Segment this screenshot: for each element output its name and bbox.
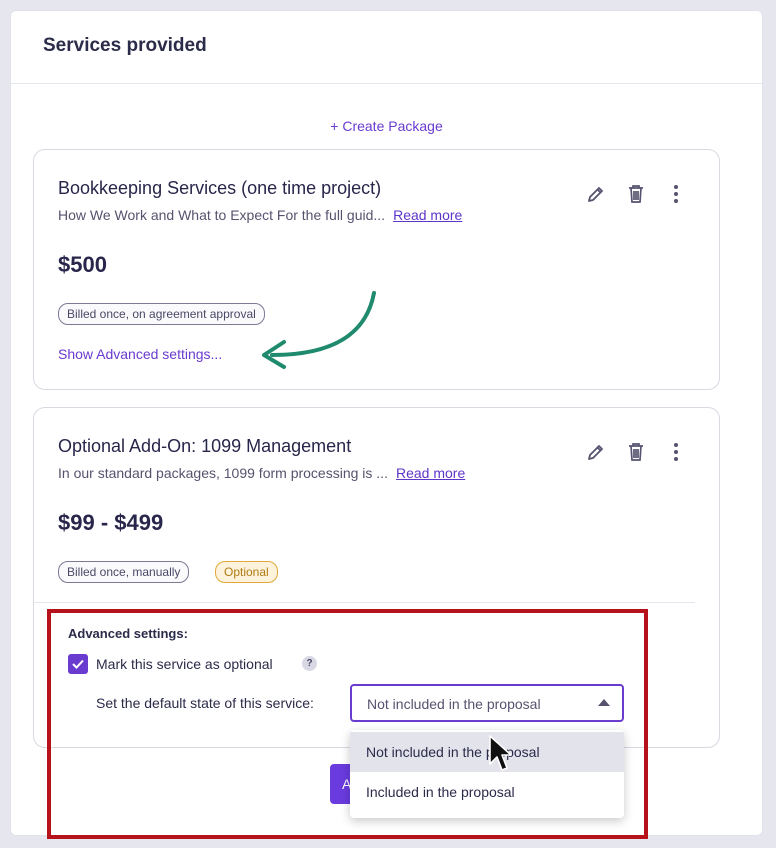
option-not-included[interactable]: Not included in the proposal — [350, 732, 624, 772]
billing-badge: Billed once, manually — [58, 561, 190, 583]
checkmark-icon — [72, 659, 84, 669]
service-title: Optional Add-On: 1099 Management — [58, 436, 352, 456]
mouse-cursor — [489, 735, 512, 771]
help-icon[interactable]: ? — [302, 656, 317, 671]
advanced-settings-label: Advanced settings: — [68, 626, 188, 641]
pencil-icon[interactable] — [585, 183, 607, 205]
optional-checkbox-label: Mark this service as optional — [96, 656, 273, 672]
default-state-select[interactable]: Not included in the proposal — [350, 684, 624, 722]
header-divider — [11, 83, 762, 84]
more-vertical-icon[interactable] — [665, 183, 687, 205]
service-description-text: How We Work and What to Expect For the f… — [58, 207, 386, 223]
more-vertical-icon[interactable] — [665, 441, 687, 463]
trash-icon[interactable] — [625, 441, 647, 463]
show-advanced-settings-link[interactable]: Show Advanced settings... — [58, 346, 222, 362]
billing-badge: Billed once, on agreement approval — [58, 303, 265, 325]
service-price: $500 — [58, 252, 107, 277]
read-more-link[interactable]: Read more — [393, 207, 462, 223]
panel-title: Services provided — [43, 35, 207, 56]
option-included[interactable]: Included in the proposal — [350, 772, 624, 812]
trash-icon[interactable] — [625, 183, 647, 205]
default-state-dropdown: Not included in the proposal Included in… — [350, 730, 624, 818]
optional-checkbox[interactable] — [68, 654, 88, 674]
default-state-label: Set the default state of this service: — [96, 695, 314, 711]
service-description: How We Work and What to Expect For the f… — [58, 207, 462, 223]
create-package-link[interactable]: + Create Package — [11, 118, 762, 134]
select-value: Not included in the proposal — [367, 696, 541, 712]
optional-badge: Optional — [215, 561, 278, 583]
curved-arrow-annotation — [262, 291, 376, 369]
caret-up-icon — [598, 699, 610, 706]
pencil-icon[interactable] — [585, 441, 607, 463]
service-description-text: In our standard packages, 1099 form proc… — [58, 465, 388, 481]
service-title: Bookkeeping Services (one time project) — [58, 178, 382, 198]
service-description: In our standard packages, 1099 form proc… — [58, 465, 465, 481]
card-divider — [34, 602, 695, 603]
service-price: $99 - $499 — [58, 510, 164, 535]
read-more-link[interactable]: Read more — [396, 465, 465, 481]
